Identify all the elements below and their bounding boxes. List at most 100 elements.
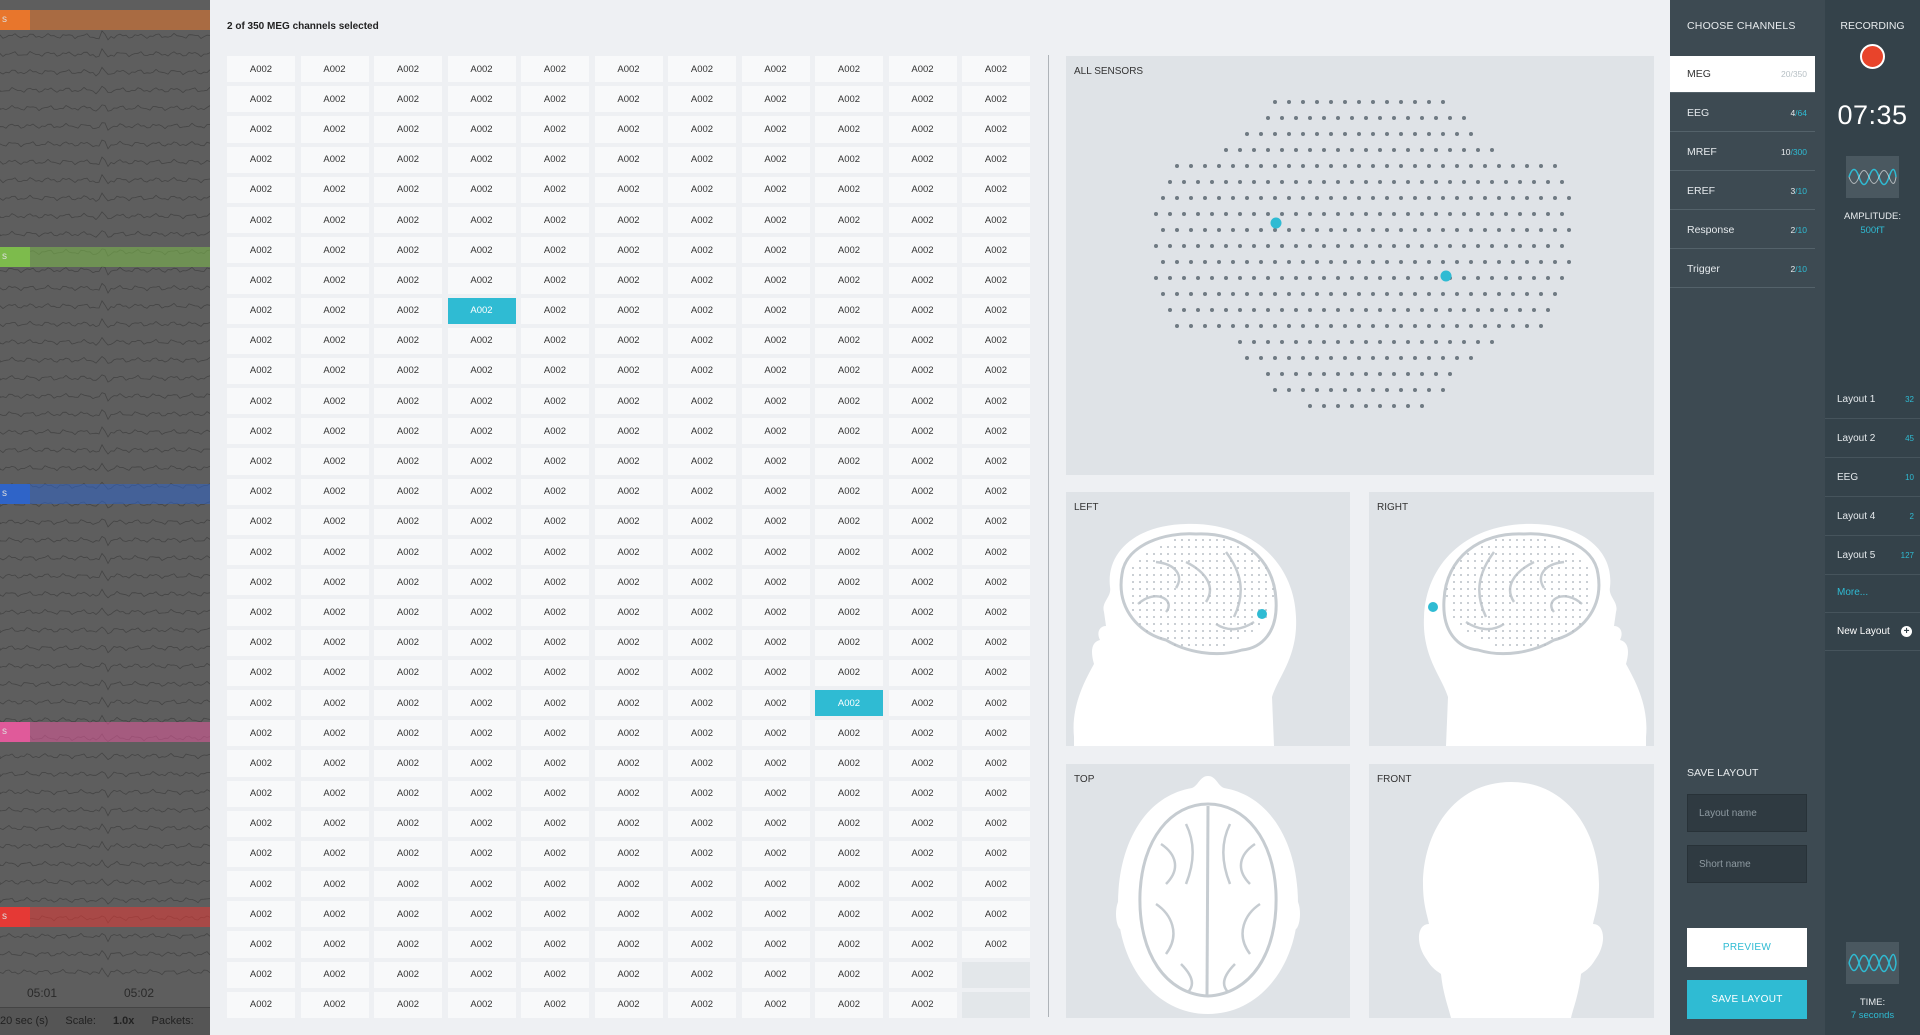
- channel-cell[interactable]: A002: [447, 659, 516, 686]
- channel-cell[interactable]: A002: [888, 659, 957, 686]
- channel-cell[interactable]: A002: [227, 991, 295, 1018]
- channel-cell[interactable]: A002: [594, 689, 663, 717]
- channel-cell[interactable]: A002: [962, 478, 1030, 505]
- channel-cell[interactable]: A002: [962, 810, 1030, 837]
- channel-cell[interactable]: A002: [741, 146, 810, 173]
- channel-cell[interactable]: A002: [447, 508, 516, 535]
- layout-item[interactable]: EEG 10: [1825, 458, 1920, 497]
- channel-cell[interactable]: A002: [521, 508, 589, 535]
- channel-cell[interactable]: A002: [227, 629, 295, 656]
- channel-cell[interactable]: A002: [741, 901, 810, 928]
- channel-cell[interactable]: A002: [227, 720, 295, 747]
- channel-cell[interactable]: A002: [300, 418, 369, 445]
- channel-cell[interactable]: A002: [668, 327, 736, 354]
- channel-cell[interactable]: A002: [374, 146, 442, 173]
- channel-cell[interactable]: A002: [521, 539, 589, 566]
- channel-cell[interactable]: A002: [521, 871, 589, 898]
- channel-cell[interactable]: A002: [447, 478, 516, 505]
- channel-cell[interactable]: A002: [815, 146, 883, 173]
- channel-cell[interactable]: A002: [888, 418, 957, 445]
- channel-cell[interactable]: A002: [594, 659, 663, 686]
- time-wave-icon[interactable]: [1846, 942, 1899, 984]
- channel-cell[interactable]: A002: [447, 539, 516, 566]
- channel-type-response[interactable]: Response 2/10: [1670, 212, 1815, 249]
- all-sensors-panel[interactable]: ALL SENSORS: [1066, 56, 1654, 475]
- channel-cell[interactable]: A002: [668, 116, 736, 143]
- channel-cell[interactable]: A002: [888, 267, 957, 294]
- channel-cell[interactable]: A002: [815, 569, 883, 596]
- channel-cell[interactable]: A002: [521, 750, 589, 777]
- channel-cell[interactable]: A002: [521, 569, 589, 596]
- channel-cell[interactable]: A002: [815, 508, 883, 535]
- channel-cell[interactable]: A002: [374, 327, 442, 354]
- channel-cell[interactable]: A002: [962, 237, 1030, 264]
- channel-cell[interactable]: A002: [888, 871, 957, 898]
- channel-cell[interactable]: A002: [594, 327, 663, 354]
- channel-cell-selected[interactable]: A002: [447, 297, 516, 324]
- channel-cell[interactable]: A002: [815, 206, 883, 234]
- channel-cell[interactable]: A002: [815, 659, 883, 686]
- channel-cell[interactable]: A002: [447, 750, 516, 777]
- layout-item[interactable]: Layout 1 32: [1825, 380, 1920, 419]
- channel-cell[interactable]: A002: [815, 961, 883, 988]
- channel-type-mref[interactable]: MREF 10/300: [1670, 134, 1815, 171]
- channel-cell[interactable]: A002: [447, 86, 516, 113]
- channel-cell[interactable]: A002: [668, 840, 736, 868]
- short-name-input[interactable]: [1687, 845, 1807, 883]
- channel-cell[interactable]: A002: [668, 931, 736, 958]
- channel-cell[interactable]: A002: [227, 448, 295, 475]
- channel-cell[interactable]: A002: [668, 780, 736, 807]
- channel-cell[interactable]: A002: [374, 357, 442, 385]
- channel-cell[interactable]: A002: [668, 56, 736, 83]
- selected-sensor-marker[interactable]: [1428, 602, 1438, 612]
- channel-cell[interactable]: A002: [962, 840, 1030, 868]
- channel-cell[interactable]: A002: [594, 357, 663, 385]
- top-view-panel[interactable]: TOP: [1066, 764, 1350, 1018]
- amplitude-wave-icon[interactable]: [1846, 156, 1899, 198]
- channel-cell[interactable]: A002: [888, 478, 957, 505]
- channel-cell[interactable]: A002: [300, 237, 369, 264]
- channel-cell[interactable]: A002: [815, 780, 883, 807]
- channel-cell[interactable]: A002: [668, 448, 736, 475]
- channel-cell[interactable]: A002: [815, 297, 883, 324]
- channel-cell[interactable]: A002: [962, 599, 1030, 626]
- channel-cell[interactable]: A002: [741, 237, 810, 264]
- channel-cell[interactable]: A002: [374, 720, 442, 747]
- channel-cell[interactable]: A002: [374, 961, 442, 988]
- channel-cell[interactable]: A002: [447, 237, 516, 264]
- channel-cell[interactable]: A002: [668, 418, 736, 445]
- channel-cell[interactable]: A002: [227, 871, 295, 898]
- channel-cell[interactable]: A002: [300, 206, 369, 234]
- channel-cell[interactable]: A002: [300, 327, 369, 354]
- channel-cell[interactable]: A002: [962, 327, 1030, 354]
- channel-cell[interactable]: A002: [815, 750, 883, 777]
- channel-cell[interactable]: A002: [300, 961, 369, 988]
- channel-cell[interactable]: A002: [741, 357, 810, 385]
- channel-cell[interactable]: A002: [227, 508, 295, 535]
- head-right-view[interactable]: [1369, 492, 1654, 746]
- channel-cell[interactable]: A002: [741, 327, 810, 354]
- channel-cell[interactable]: A002: [374, 931, 442, 958]
- channel-cell[interactable]: A002: [374, 780, 442, 807]
- channel-cell[interactable]: A002: [888, 388, 957, 415]
- channel-cell[interactable]: A002: [521, 659, 589, 686]
- channel-cell[interactable]: A002: [741, 991, 810, 1018]
- channel-cell[interactable]: A002: [888, 237, 957, 264]
- channel-cell[interactable]: A002: [594, 176, 663, 203]
- channel-cell[interactable]: A002: [888, 991, 957, 1018]
- channel-cell[interactable]: A002: [300, 871, 369, 898]
- channel-cell[interactable]: A002: [374, 539, 442, 566]
- channel-cell[interactable]: A002: [594, 116, 663, 143]
- channel-cell[interactable]: A002: [888, 569, 957, 596]
- channel-cell[interactable]: A002: [741, 931, 810, 958]
- channel-cell[interactable]: A002: [741, 750, 810, 777]
- channel-cell[interactable]: A002: [594, 961, 663, 988]
- channel-cell[interactable]: A002: [521, 720, 589, 747]
- channel-cell[interactable]: A002: [521, 297, 589, 324]
- channel-cell[interactable]: A002: [521, 931, 589, 958]
- channel-cell[interactable]: A002: [668, 569, 736, 596]
- channel-cell[interactable]: A002: [300, 448, 369, 475]
- channel-cell[interactable]: A002: [815, 810, 883, 837]
- channel-cell[interactable]: A002: [668, 689, 736, 717]
- channel-cell[interactable]: A002: [594, 780, 663, 807]
